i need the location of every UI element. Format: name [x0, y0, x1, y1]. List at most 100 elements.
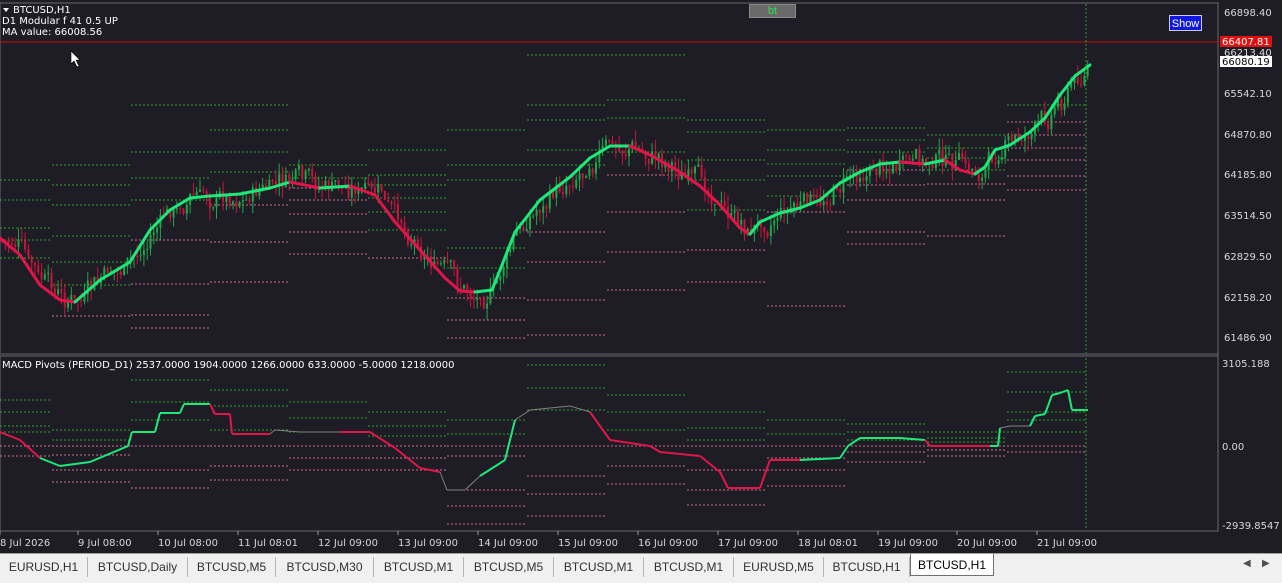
candle-body [793, 203, 795, 208]
chart-tab[interactable]: BTCUSD,M5 [188, 557, 276, 577]
candle-body [585, 176, 588, 179]
candle-body [875, 168, 878, 175]
candle-body [740, 220, 743, 225]
candle-body [304, 170, 307, 179]
ma-segment [188, 194, 212, 200]
tab-scroll-left-icon[interactable]: ◀ [1243, 558, 1251, 569]
candle-body [816, 196, 819, 198]
candle-body [859, 177, 861, 182]
sub-chart-area[interactable] [0, 355, 1219, 532]
chart-tab[interactable]: BTCUSD,Daily [88, 557, 188, 577]
candle-body [502, 267, 505, 277]
price-label: 64870.80 [1224, 130, 1272, 141]
candle-body [964, 158, 967, 164]
ma-segment [898, 160, 927, 166]
candle-body [766, 232, 769, 236]
price-label: 63514.50 [1224, 211, 1272, 222]
candle-body [446, 259, 449, 263]
candle-body [14, 244, 17, 247]
candle-body [571, 185, 574, 188]
candle-body [274, 181, 277, 185]
main-chart-area[interactable] [0, 2, 1219, 355]
candle-body [238, 201, 241, 207]
candle-body [958, 152, 960, 160]
time-axis-label: 21 Jul 09:00 [1037, 538, 1097, 549]
candle-body [773, 220, 776, 226]
candle-body [608, 139, 611, 142]
candle-body [984, 169, 987, 178]
tab-scroll-right-icon[interactable]: ▶ [1262, 558, 1270, 569]
candle-body [911, 158, 914, 161]
candle-body [878, 160, 881, 175]
chart-tab[interactable]: BTCUSD,M30 [276, 557, 374, 577]
ma-segment [318, 184, 352, 190]
candle-body [311, 168, 314, 177]
candle-body [251, 187, 254, 202]
candle-body [347, 186, 350, 198]
candle-body [288, 174, 291, 180]
candle-body [981, 177, 984, 181]
candle-body [195, 191, 198, 196]
chart-tab[interactable]: BTCUSD,M1 [554, 557, 644, 577]
subchart-title: MACD Pivots (PERIOD_D1) 2537.0000 1904.0… [2, 360, 454, 371]
candle-body [829, 204, 832, 206]
candle-body [80, 299, 83, 302]
trading-chart[interactable]: BTCUSD,H1 D1 Modular f 41 0.5 UP MA valu… [0, 0, 1282, 583]
chart-tab[interactable]: BTCUSD,M1 [644, 557, 734, 577]
candle-body [149, 234, 152, 249]
candle-body [199, 189, 201, 192]
candle-body [1020, 139, 1023, 141]
candle-body [47, 272, 50, 275]
candle-body [1086, 68, 1089, 76]
candle-body [862, 177, 865, 181]
candle-body [908, 156, 911, 161]
candle-body [284, 174, 287, 188]
candle-body [578, 173, 581, 180]
candle-body [294, 169, 297, 179]
chart-tab[interactable]: BTCUSD,M5 [464, 557, 554, 577]
candle-body [57, 289, 60, 295]
candle-body [410, 244, 413, 246]
candle-body [802, 193, 805, 202]
candle-body [532, 215, 535, 217]
candle-body [278, 173, 281, 185]
ma-segment [58, 298, 77, 304]
candle-body [367, 183, 370, 185]
candle-body [443, 259, 446, 264]
candle-body [380, 184, 383, 191]
candle-body [139, 255, 142, 257]
candle-body [248, 199, 251, 202]
candle-body [1050, 114, 1053, 130]
candle-body [156, 227, 159, 233]
ma-segment [208, 192, 242, 198]
chart-tab[interactable]: BTCUSD,M1 [374, 557, 464, 577]
chart-tab[interactable]: EURUSD,H1 [0, 557, 88, 577]
chart-tab-active[interactable]: BTCUSD,H1 [910, 554, 994, 576]
candle-body [172, 209, 175, 218]
time-axis-label: 17 Jul 09:00 [718, 538, 778, 549]
chart-tab[interactable]: EURUSD,M5 [734, 557, 824, 577]
chart-tab[interactable]: BTCUSD,H1 [824, 557, 910, 577]
candle-body [743, 220, 746, 236]
ma-segment [878, 160, 902, 166]
time-axis: 8 Jul 2026 9 Jul 08:00 10 Jul 08:00 11 Jul … [0, 531, 1097, 549]
candle-body [948, 153, 951, 155]
candle-body [1066, 87, 1069, 104]
bt-button[interactable]: bt [749, 4, 796, 18]
candle-body [763, 227, 766, 233]
candle-body [192, 193, 195, 196]
candle-body [40, 272, 43, 280]
candle-body [882, 160, 885, 173]
show-button[interactable]: Show [1169, 15, 1202, 31]
candle-body [776, 217, 779, 221]
candle-body [581, 173, 584, 179]
candle-body [760, 223, 762, 228]
candle-body [486, 303, 489, 309]
candle-body [961, 152, 964, 159]
candle-body [595, 162, 597, 174]
candle-body [568, 185, 571, 187]
candle-body [901, 155, 904, 160]
ma-segment [473, 288, 494, 294]
price-label: 65542.10 [1224, 89, 1272, 100]
candle-body [723, 200, 726, 207]
